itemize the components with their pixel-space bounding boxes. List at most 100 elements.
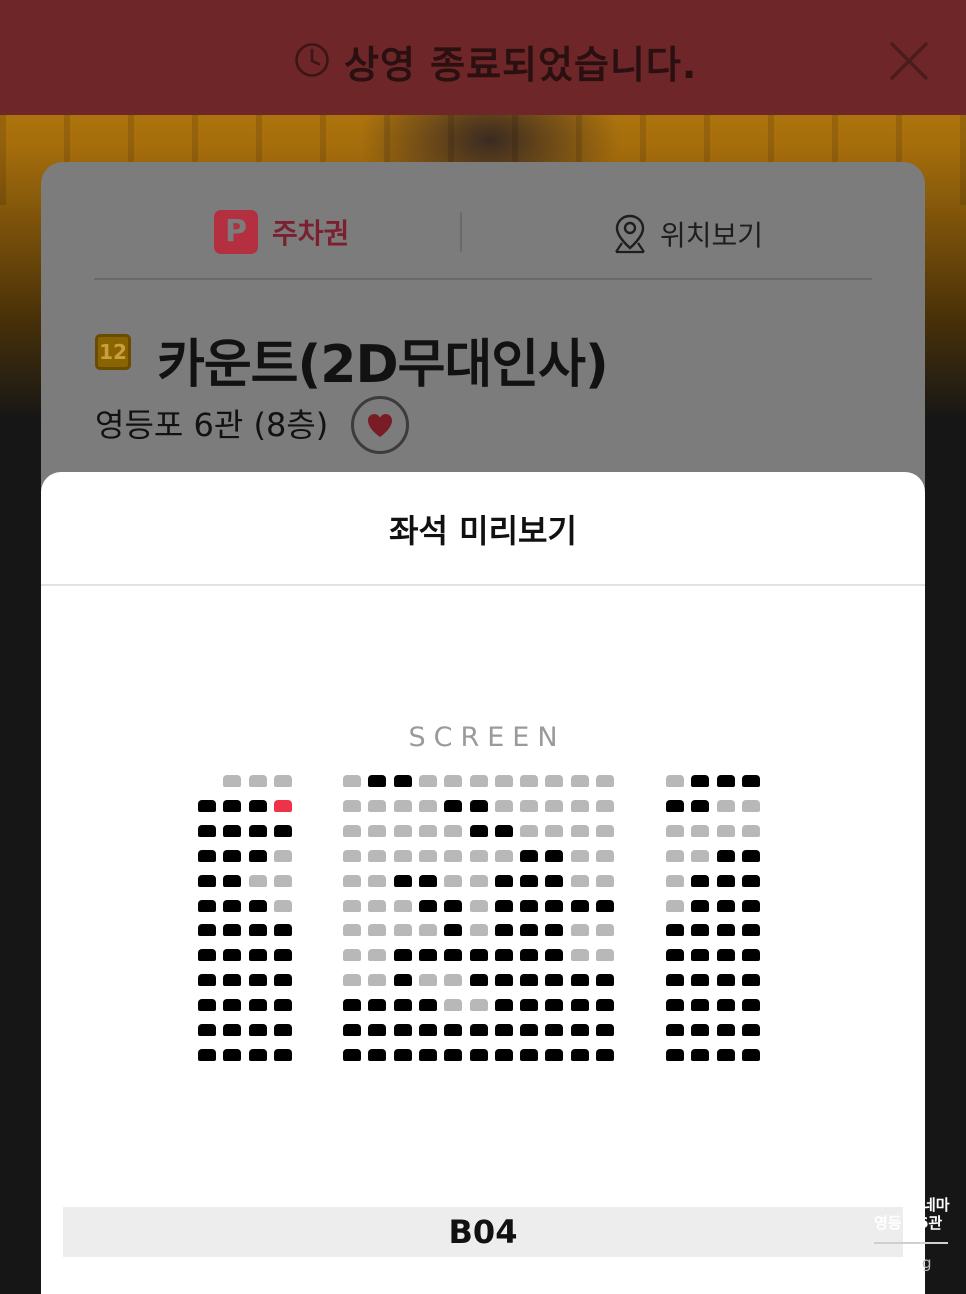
seat-center-3-7[interactable] <box>495 825 513 837</box>
seat-left-12-2[interactable] <box>223 1049 241 1061</box>
seat-right-6-2[interactable] <box>691 900 709 912</box>
seat-right-9-4[interactable] <box>742 974 760 986</box>
seat-left-7-3[interactable] <box>249 924 267 936</box>
seat-center-2-4[interactable] <box>419 800 437 812</box>
seat-right-8-2[interactable] <box>691 949 709 961</box>
seat-right-2-2[interactable] <box>691 800 709 812</box>
seat-center-1-1[interactable] <box>343 775 361 787</box>
seat-center-5-9[interactable] <box>545 875 563 887</box>
seat-left-9-2[interactable] <box>223 974 241 986</box>
seat-left-2-1[interactable] <box>198 800 216 812</box>
seat-center-5-3[interactable] <box>394 875 412 887</box>
seat-center-8-7[interactable] <box>495 949 513 961</box>
seat-center-8-6[interactable] <box>470 949 488 961</box>
seat-left-2-4[interactable] <box>274 800 292 812</box>
seat-right-12-4[interactable] <box>742 1049 760 1061</box>
seat-left-1-4[interactable] <box>274 775 292 787</box>
seat-center-8-2[interactable] <box>368 949 386 961</box>
seat-left-8-2[interactable] <box>223 949 241 961</box>
seat-center-6-3[interactable] <box>394 900 412 912</box>
seat-right-10-2[interactable] <box>691 999 709 1011</box>
seat-center-8-9[interactable] <box>545 949 563 961</box>
seat-right-7-2[interactable] <box>691 924 709 936</box>
seat-center-1-2[interactable] <box>368 775 386 787</box>
seat-center-12-9[interactable] <box>545 1049 563 1061</box>
seat-center-8-1[interactable] <box>343 949 361 961</box>
seat-center-3-5[interactable] <box>444 825 462 837</box>
seat-left-12-1[interactable] <box>198 1049 216 1061</box>
seat-center-7-8[interactable] <box>520 924 538 936</box>
seat-left-5-3[interactable] <box>249 875 267 887</box>
seat-center-11-9[interactable] <box>545 1024 563 1036</box>
seat-center-2-3[interactable] <box>394 800 412 812</box>
seat-center-5-5[interactable] <box>444 875 462 887</box>
seat-right-3-4[interactable] <box>742 825 760 837</box>
seat-left-7-1[interactable] <box>198 924 216 936</box>
seat-right-5-3[interactable] <box>717 875 735 887</box>
seat-center-5-10[interactable] <box>571 875 589 887</box>
seat-center-1-4[interactable] <box>419 775 437 787</box>
seat-left-8-4[interactable] <box>274 949 292 961</box>
seat-center-3-8[interactable] <box>520 825 538 837</box>
seat-center-9-1[interactable] <box>343 974 361 986</box>
seat-center-6-7[interactable] <box>495 900 513 912</box>
seat-center-12-10[interactable] <box>571 1049 589 1061</box>
seat-center-1-8[interactable] <box>520 775 538 787</box>
seat-center-12-11[interactable] <box>596 1049 614 1061</box>
seat-center-9-4[interactable] <box>419 974 437 986</box>
seat-right-3-1[interactable] <box>666 825 684 837</box>
seat-center-8-5[interactable] <box>444 949 462 961</box>
seat-center-3-2[interactable] <box>368 825 386 837</box>
seat-center-10-1[interactable] <box>343 999 361 1011</box>
seat-right-4-3[interactable] <box>717 850 735 862</box>
seat-right-3-3[interactable] <box>717 825 735 837</box>
seat-center-2-1[interactable] <box>343 800 361 812</box>
seat-center-1-5[interactable] <box>444 775 462 787</box>
seat-right-10-4[interactable] <box>742 999 760 1011</box>
seat-center-9-5[interactable] <box>444 974 462 986</box>
seat-right-10-1[interactable] <box>666 999 684 1011</box>
seat-right-2-1[interactable] <box>666 800 684 812</box>
seat-center-11-7[interactable] <box>495 1024 513 1036</box>
seat-left-5-4[interactable] <box>274 875 292 887</box>
seat-center-11-6[interactable] <box>470 1024 488 1036</box>
seat-left-11-1[interactable] <box>198 1024 216 1036</box>
seat-center-7-9[interactable] <box>545 924 563 936</box>
seat-right-11-1[interactable] <box>666 1024 684 1036</box>
favorite-button[interactable] <box>351 396 409 454</box>
seat-left-3-3[interactable] <box>249 825 267 837</box>
seat-center-5-7[interactable] <box>495 875 513 887</box>
seat-center-10-11[interactable] <box>596 999 614 1011</box>
seat-center-5-11[interactable] <box>596 875 614 887</box>
seat-center-2-9[interactable] <box>545 800 563 812</box>
seat-right-7-4[interactable] <box>742 924 760 936</box>
seat-center-6-2[interactable] <box>368 900 386 912</box>
seat-right-4-1[interactable] <box>666 850 684 862</box>
seat-right-11-4[interactable] <box>742 1024 760 1036</box>
seat-left-10-4[interactable] <box>274 999 292 1011</box>
seat-center-4-3[interactable] <box>394 850 412 862</box>
seat-center-2-10[interactable] <box>571 800 589 812</box>
seat-right-1-3[interactable] <box>717 775 735 787</box>
seat-center-3-9[interactable] <box>545 825 563 837</box>
seat-center-1-10[interactable] <box>571 775 589 787</box>
seat-center-6-11[interactable] <box>596 900 614 912</box>
seat-left-11-4[interactable] <box>274 1024 292 1036</box>
seat-center-7-7[interactable] <box>495 924 513 936</box>
seat-right-5-1[interactable] <box>666 875 684 887</box>
seat-left-8-1[interactable] <box>198 949 216 961</box>
seat-left-11-2[interactable] <box>223 1024 241 1036</box>
seat-center-4-5[interactable] <box>444 850 462 862</box>
seat-center-7-6[interactable] <box>470 924 488 936</box>
seat-right-5-2[interactable] <box>691 875 709 887</box>
seat-left-11-3[interactable] <box>249 1024 267 1036</box>
seat-center-2-7[interactable] <box>495 800 513 812</box>
seat-center-4-2[interactable] <box>368 850 386 862</box>
seat-center-10-7[interactable] <box>495 999 513 1011</box>
seat-center-3-3[interactable] <box>394 825 412 837</box>
seat-center-1-9[interactable] <box>545 775 563 787</box>
seat-center-10-10[interactable] <box>571 999 589 1011</box>
seat-right-10-3[interactable] <box>717 999 735 1011</box>
seat-left-5-2[interactable] <box>223 875 241 887</box>
seat-center-6-9[interactable] <box>545 900 563 912</box>
